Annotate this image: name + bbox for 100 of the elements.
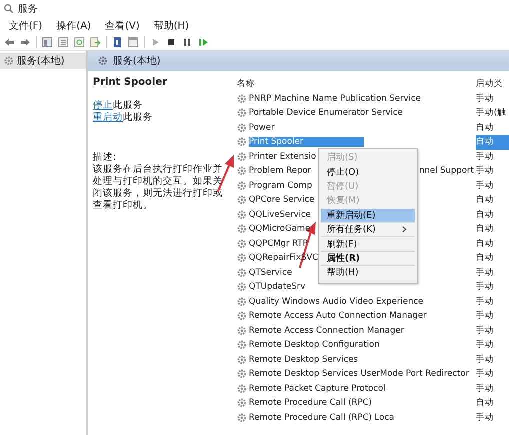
gear-icon (237, 326, 247, 336)
startup-type: 自动 (476, 238, 494, 250)
gear-icon (4, 56, 14, 66)
menu-item[interactable]: 所有任务(K) (321, 222, 415, 238)
menu-item[interactable]: 查看(V) (105, 19, 140, 33)
gear-icon (237, 282, 247, 292)
action-link[interactable]: 停止 (93, 100, 113, 111)
service-name[interactable]: Remote Procedure Call (RPC) (249, 398, 372, 408)
startup-type: 手动 (476, 266, 494, 279)
gear-icon (237, 268, 247, 278)
properties-icon[interactable] (128, 36, 139, 48)
service-name[interactable]: Remote Procedure Call (RPC) Loca (249, 412, 394, 423)
menu-item[interactable]: 操作(A) (56, 19, 92, 33)
menu-item[interactable]: 重新启动(E) (321, 208, 415, 223)
service-name[interactable]: Quality Windows Audio Video Experience (249, 296, 424, 307)
restart-icon[interactable] (198, 36, 209, 48)
service-name[interactable]: QQLiveService (249, 210, 312, 220)
startup-type: 手动 (476, 354, 494, 366)
service-name[interactable]: QTUpdateSrv (249, 282, 306, 292)
service-name[interactable]: Power (249, 122, 275, 133)
list-icon[interactable] (58, 36, 69, 48)
gear-icon (237, 369, 247, 380)
column-header[interactable]: 启动类 (476, 78, 503, 90)
service-name: nnel Support (419, 166, 475, 176)
gear-icon (237, 238, 247, 249)
service-name[interactable]: Problem Repor (249, 166, 312, 176)
gear-icon (237, 122, 247, 133)
startup-type: 手动 (476, 310, 494, 322)
gear-icon (237, 210, 247, 220)
gear-icon (237, 412, 247, 423)
action-text: 停止此服务 (93, 100, 144, 112)
startup-type: 手动 (476, 296, 494, 308)
service-name[interactable]: Remote Access Connection Manager (249, 326, 404, 336)
pane-title: 服务(本地) (113, 54, 161, 68)
menu-item[interactable]: 刷新(F) (321, 237, 415, 252)
startup-type: 手动 (476, 165, 494, 178)
startup-type: 手动 (476, 382, 494, 395)
refresh-icon[interactable] (74, 36, 85, 48)
action-link[interactable]: 重启动 (93, 112, 123, 123)
startup-type: 自动 (476, 252, 494, 264)
gear-icon (237, 152, 247, 162)
tree-item[interactable]: 服务(本地) (0, 53, 86, 69)
service-name[interactable]: Remote Desktop Services UserMode Port Redirector (249, 369, 470, 380)
startup-type: 自动 (476, 397, 494, 410)
startup-type: 自动 (476, 136, 494, 148)
gear-icon (237, 296, 247, 307)
service-name[interactable]: Remote Packet Capture Protocol (249, 384, 386, 394)
window-title: 服务 (18, 3, 38, 16)
gear-icon (98, 56, 108, 66)
help-icon[interactable] (112, 36, 123, 48)
gear-icon (237, 94, 247, 104)
menu-item[interactable]: 文件(F) (9, 19, 43, 33)
startup-type: 自动 (476, 208, 494, 221)
menu-item[interactable]: 属性(R) (321, 252, 415, 266)
startup-type: 手动 (476, 180, 494, 192)
play-icon[interactable] (150, 36, 161, 48)
startup-type: 自动 (476, 122, 494, 134)
gear-icon (237, 180, 247, 191)
startup-type: 手动 (476, 281, 494, 294)
service-title: Print Spooler (93, 77, 168, 88)
service-name[interactable]: Remote Desktop Configuration (249, 340, 380, 350)
panel-icon[interactable] (42, 36, 53, 48)
menu-item[interactable]: 停止(O) (321, 165, 415, 180)
service-name[interactable]: QTService (249, 268, 292, 278)
service-name[interactable]: Printer Extensio (249, 152, 316, 162)
startup-type: 手动 (476, 150, 494, 163)
description-label: 描述: (93, 152, 118, 164)
stop-icon[interactable] (166, 36, 177, 48)
service-name[interactable]: Program Comp (249, 180, 312, 191)
export-icon[interactable] (90, 36, 101, 48)
startup-type: 手动 (476, 92, 494, 105)
gear-icon (237, 354, 247, 365)
gear-icon (237, 166, 247, 176)
startup-type: 手动 (476, 368, 494, 380)
pause-icon[interactable] (182, 36, 193, 48)
gear-icon (237, 195, 247, 206)
startup-type: 自动 (476, 194, 494, 206)
service-name[interactable]: QPCore Service (249, 195, 315, 206)
menu-item[interactable]: 帮助(H) (321, 266, 415, 281)
startup-type: 自动 (476, 223, 494, 236)
menu-item[interactable]: 帮助(H) (154, 19, 190, 33)
service-name[interactable]: PNRP Machine Name Publication Service (249, 94, 422, 104)
gear-icon (237, 398, 247, 408)
back-icon[interactable] (4, 36, 15, 48)
chevron-right-icon (402, 226, 407, 234)
search-icon (4, 4, 14, 14)
gear-icon (237, 137, 247, 148)
startup-type: 手动 (476, 412, 494, 424)
service-name[interactable]: Portable Device Enumerator Service (249, 108, 404, 118)
column-header[interactable]: 名称 (237, 78, 255, 90)
action-text: 重启动此服务 (93, 112, 154, 124)
gear-icon (237, 340, 247, 350)
service-name[interactable]: Remote Desktop Services (249, 354, 358, 365)
startup-type: 手动 (476, 339, 494, 352)
service-name[interactable]: Remote Access Auto Connection Manager (249, 311, 427, 322)
gear-icon (237, 224, 247, 234)
forward-icon[interactable] (20, 36, 31, 48)
gear-icon (237, 108, 247, 118)
gear-icon (237, 384, 247, 394)
startup-type: 手动 (476, 324, 494, 337)
